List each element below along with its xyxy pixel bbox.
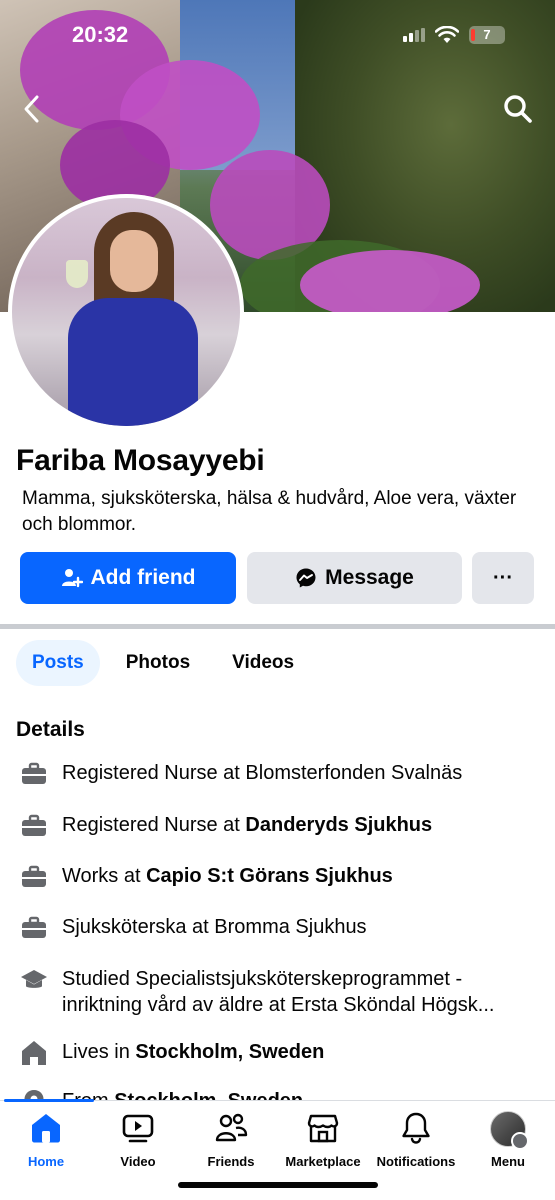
detail-work-1[interactable]: Registered Nurse at Blomsterfonden Svaln…: [20, 760, 540, 788]
add-friend-button[interactable]: Add friend: [20, 552, 236, 604]
tab-photos[interactable]: Photos: [110, 640, 206, 686]
add-friend-label: Add friend: [90, 566, 196, 589]
add-friend-icon: [61, 569, 83, 588]
nav-video-label: Video: [120, 1154, 156, 1169]
detail-bold-text[interactable]: Capio S:t Görans Sjukhus: [146, 865, 393, 887]
profile-tabs: Posts Photos Videos: [16, 640, 310, 686]
graduation-cap-icon: [21, 970, 47, 988]
nav-marketplace-label: Marketplace: [285, 1154, 361, 1169]
profile-photo[interactable]: [12, 198, 240, 426]
detail-lives-in[interactable]: Lives in Stockholm, Sweden: [20, 1039, 540, 1067]
home-icon: [32, 1114, 60, 1143]
briefcase-icon: [22, 865, 46, 887]
section-divider: [0, 624, 555, 629]
scroll-indicator: [4, 1099, 94, 1102]
signal-icon: [403, 28, 425, 42]
more-options-label: ···: [493, 566, 513, 589]
nav-marketplace[interactable]: Marketplace: [277, 1111, 369, 1169]
detail-bold-text[interactable]: Stockholm, Sweden: [135, 1041, 324, 1063]
back-arrow-icon[interactable]: [18, 92, 46, 126]
detail-work-3[interactable]: Works at Capio S:t Görans Sjukhus: [20, 863, 540, 891]
video-icon: [122, 1114, 154, 1143]
profile-avatar: [490, 1111, 529, 1150]
detail-work-4[interactable]: Sjuksköterska at Bromma Sjukhus: [20, 914, 540, 942]
profile-bio: Mamma, sjuksköterska, hälsa & hudvård, A…: [22, 488, 517, 535]
tab-posts[interactable]: Posts: [16, 640, 100, 686]
bell-icon: [402, 1112, 430, 1144]
friends-icon: [215, 1113, 248, 1142]
search-icon[interactable]: [501, 92, 535, 126]
messenger-icon: [296, 568, 316, 588]
nav-menu-label: Menu: [491, 1154, 525, 1169]
wifi-icon: [435, 26, 459, 43]
cover-flowers: [300, 250, 480, 312]
more-options-button[interactable]: ···: [472, 552, 534, 604]
details-heading: Details: [16, 718, 85, 741]
status-icons: 7: [403, 26, 505, 44]
battery-icon: 7: [469, 26, 505, 44]
briefcase-icon: [22, 762, 46, 784]
detail-text: Registered Nurse at Blomsterfonden Svaln…: [62, 762, 463, 784]
detail-text: Lives in: [62, 1041, 136, 1063]
detail-work-2[interactable]: Registered Nurse at Danderyds Sjukhus: [20, 812, 540, 840]
nav-friends[interactable]: Friends: [185, 1111, 277, 1169]
menu-badge-icon: [511, 1132, 529, 1150]
nav-video[interactable]: Video: [92, 1111, 184, 1169]
battery-level: 7: [483, 27, 491, 42]
home-icon: [22, 1041, 46, 1065]
briefcase-icon: [22, 814, 46, 836]
nav-friends-label: Friends: [207, 1154, 255, 1169]
detail-text: Works at: [62, 865, 147, 887]
nav-notifications[interactable]: Notifications: [370, 1111, 462, 1169]
nav-notifications-label: Notifications: [376, 1154, 456, 1169]
nav-home[interactable]: Home: [0, 1111, 92, 1169]
message-button[interactable]: Message: [247, 552, 462, 604]
detail-text: Studied Specialistsjuksköterskeprogramme…: [62, 968, 495, 1016]
detail-bold-text[interactable]: Danderyds Sjukhus: [245, 814, 432, 836]
briefcase-icon: [22, 916, 46, 938]
detail-text: Sjuksköterska at Bromma Sjukhus: [62, 916, 367, 938]
message-label: Message: [325, 566, 414, 589]
profile-name: Fariba Mosayyebi: [16, 444, 265, 477]
marketplace-icon: [307, 1114, 339, 1143]
nav-menu[interactable]: Menu: [462, 1111, 554, 1169]
status-bar: 20:32 7: [0, 0, 555, 72]
nav-home-label: Home: [27, 1154, 65, 1169]
status-time: 20:32: [72, 22, 129, 47]
tab-videos[interactable]: Videos: [216, 640, 310, 686]
home-indicator: [178, 1182, 378, 1188]
detail-text: Registered Nurse at: [62, 814, 246, 836]
detail-education[interactable]: Studied Specialistsjuksköterskeprogramme…: [20, 966, 540, 1018]
